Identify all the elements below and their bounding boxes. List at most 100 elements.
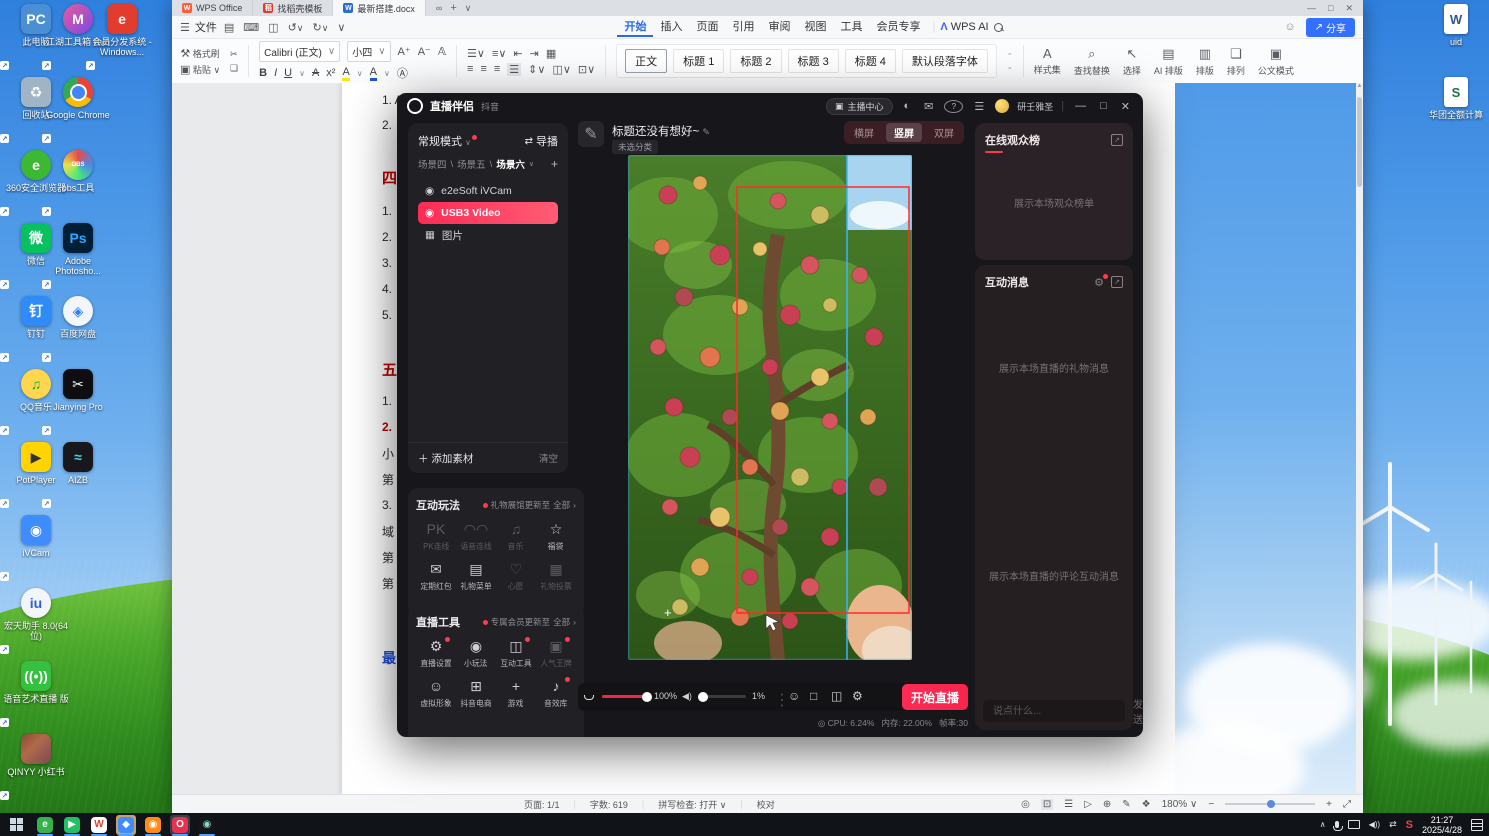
shading-icon[interactable]: ◫∨	[552, 63, 570, 76]
interact-feature[interactable]: ☆ 福袋	[536, 522, 576, 552]
font-color-icon[interactable]: A	[369, 66, 377, 81]
window-close-button[interactable]: ✕	[1345, 3, 1353, 14]
window-maximize-button[interactable]: □	[1328, 3, 1333, 13]
interact-feature[interactable]: PK PK连线	[416, 522, 456, 552]
account-icon[interactable]: ☺	[1284, 21, 1295, 33]
desktop-icon[interactable]: ✂ ↗ Jianying Pro	[42, 369, 112, 435]
layout-landscape[interactable]: 横屏	[846, 123, 882, 142]
quickbar-chevron-icon[interactable]: ∨	[335, 21, 347, 34]
layout-dual[interactable]: 双屏	[926, 123, 962, 142]
desktop-icon[interactable]: S 华团全额计算	[1422, 77, 1489, 141]
add-scene-button[interactable]: +	[551, 157, 558, 171]
style-preset[interactable]: 标题 2	[730, 49, 782, 73]
beauty-icon[interactable]: ☺	[788, 689, 800, 703]
tool-feature[interactable]: + 游戏	[496, 679, 536, 709]
align-center-icon[interactable]: ≡	[480, 63, 486, 75]
desktop-icon[interactable]: ↗ Google Chrome	[42, 77, 112, 143]
interact-feature[interactable]: ✉ 定期红包	[416, 562, 456, 592]
fullscreen-icon[interactable]: ⤢	[1343, 799, 1351, 810]
spell-check[interactable]: 拼写检查: 打开 ∨	[658, 798, 726, 811]
rank-title[interactable]: 在线观众榜	[985, 132, 1040, 153]
video-preview[interactable]: +	[628, 155, 912, 660]
ribbon-tab[interactable]: 页面	[689, 17, 725, 37]
interact-feature[interactable]: ▤ 礼物菜单	[456, 562, 496, 592]
start-streaming-button[interactable]: 开始直播	[902, 684, 968, 710]
style-scroll-down-icon[interactable]: ⌄	[1007, 63, 1013, 71]
taskbar-app-icon[interactable]: W	[89, 815, 109, 836]
page-view-icon[interactable]: ⊡	[1040, 798, 1054, 810]
underline-icon[interactable]: U	[284, 67, 292, 79]
bold-icon[interactable]: B	[259, 67, 267, 79]
category-tag[interactable]: 未选分类	[612, 140, 659, 154]
tool-feature[interactable]: ♪ 音效库	[536, 677, 576, 709]
tool-feature[interactable]: ▣ 人气王牌	[536, 637, 576, 669]
scene-tab-6[interactable]: 场景六	[496, 157, 525, 171]
shrink-font-icon[interactable]: A⁻	[418, 45, 431, 58]
help-icon[interactable]: ?	[944, 99, 964, 113]
zoom-in-button[interactable]: +	[1326, 799, 1332, 810]
send-button[interactable]: 发送	[1133, 696, 1143, 726]
scene-tab-4[interactable]: 场景四	[418, 157, 447, 171]
style-preset[interactable]: 正文	[625, 49, 668, 73]
char-border-icon[interactable]: Ⓐ	[397, 65, 408, 81]
feedback-icon[interactable]: ✉	[921, 100, 936, 113]
proofread-button[interactable]: 校对	[757, 798, 775, 811]
interact-feature[interactable]: ◠◠ 语音连线	[456, 522, 496, 552]
app-close-button[interactable]: ✕	[1118, 100, 1133, 113]
taskbar-app-icon[interactable]: e	[35, 815, 55, 836]
desktop-icon[interactable]: ≈ ↗ AIZB	[42, 442, 112, 508]
zoom-out-button[interactable]: −	[1208, 799, 1214, 810]
taskbar-app-icon[interactable]: ▶	[62, 815, 82, 836]
desktop-icon[interactable]: ((•)) ↗ 语音艺术直播 版	[0, 661, 70, 727]
clear-button[interactable]: 清空	[539, 451, 558, 465]
ribbon-tool-button[interactable]: ⌕ 查找替换	[1074, 46, 1110, 77]
tray-s-icon[interactable]: S	[1406, 819, 1413, 831]
align-left-icon[interactable]: ≡	[467, 63, 473, 75]
undo-icon[interactable]: ↺∨	[286, 21, 306, 34]
ribbon-tab[interactable]: 引用	[725, 17, 761, 37]
superscript-icon[interactable]: x²	[326, 67, 335, 79]
bullet-list-icon[interactable]: ☰∨	[467, 47, 485, 60]
play-view-icon[interactable]: ▷	[1084, 799, 1092, 810]
italic-icon[interactable]: I	[274, 67, 277, 79]
ribbon-tool-button[interactable]: ▥ 排版	[1196, 46, 1214, 77]
tray-speaker-icon[interactable]: ◀))	[1369, 820, 1380, 829]
edit-mode-icon[interactable]: ✎	[1122, 799, 1130, 810]
tool-feature[interactable]: ⊞ 抖音电商	[456, 679, 496, 709]
outline-view-icon[interactable]: ☰	[1064, 799, 1073, 810]
align-right-icon[interactable]: ≡	[494, 63, 500, 75]
ribbon-tab[interactable]: 插入	[653, 17, 689, 37]
fit-page-icon[interactable]: ❖	[1142, 799, 1151, 810]
web-view-icon[interactable]: ⊕	[1103, 799, 1111, 810]
source-item-usb3-video[interactable]: ◉ USB3 Video	[418, 202, 558, 224]
edit-title-button[interactable]: ✎	[578, 121, 604, 147]
eye-protect-mode-icon[interactable]: ◎	[1021, 799, 1030, 810]
stream-title[interactable]: 标题还没有想好~ ✎	[612, 123, 710, 139]
window-minimize-button[interactable]: —	[1307, 3, 1316, 13]
share-button[interactable]: ↗ 分享	[1305, 17, 1355, 37]
ribbon-tool-button[interactable]: ▤ AI 排版	[1154, 46, 1183, 77]
tool-feature[interactable]: ◫ 互动工具	[496, 637, 536, 669]
ribbon-tool-button[interactable]: ▣ 公文模式	[1258, 46, 1294, 77]
tool-feature[interactable]: ⚙ 直播设置	[416, 637, 456, 669]
tools-update-link[interactable]: 专属会员更新至 全部 ›	[482, 616, 576, 628]
ribbon-tool-button[interactable]: A 样式集	[1034, 46, 1061, 76]
vertical-scrollbar[interactable]: ▲	[1356, 83, 1363, 795]
document-tab[interactable]: 稻 找稻壳模板	[253, 0, 334, 16]
text-direction-icon[interactable]: ▦	[546, 47, 556, 60]
desktop-icon[interactable]: e ↗ 会员分发系统 -Windows...	[86, 4, 156, 70]
notification-center-icon[interactable]	[1471, 818, 1483, 831]
speaker-icon[interactable]: ◀)	[682, 691, 692, 702]
font-name-select[interactable]: Calibri (正文) ∨	[259, 41, 341, 62]
camera-icon[interactable]: ◫	[831, 689, 842, 703]
format-painter-button[interactable]: ⚒ 格式刷	[180, 47, 219, 60]
layout-portrait[interactable]: 竖屏	[886, 123, 922, 142]
source-item-ivcam[interactable]: ◉ e2eSoft iVCam	[418, 180, 558, 202]
theme-toggle-icon[interactable]: ◐	[901, 100, 914, 112]
magnifier-icon[interactable]: ◎	[818, 718, 825, 728]
chat-input[interactable]	[991, 704, 1127, 718]
style-scroll-up-icon[interactable]: ⌃	[1007, 52, 1013, 60]
taskbar-app-icon[interactable]: ◉	[197, 815, 217, 836]
ribbon-tab[interactable]: 视图	[797, 17, 833, 37]
ribbon-tab[interactable]: 工具	[833, 17, 869, 37]
